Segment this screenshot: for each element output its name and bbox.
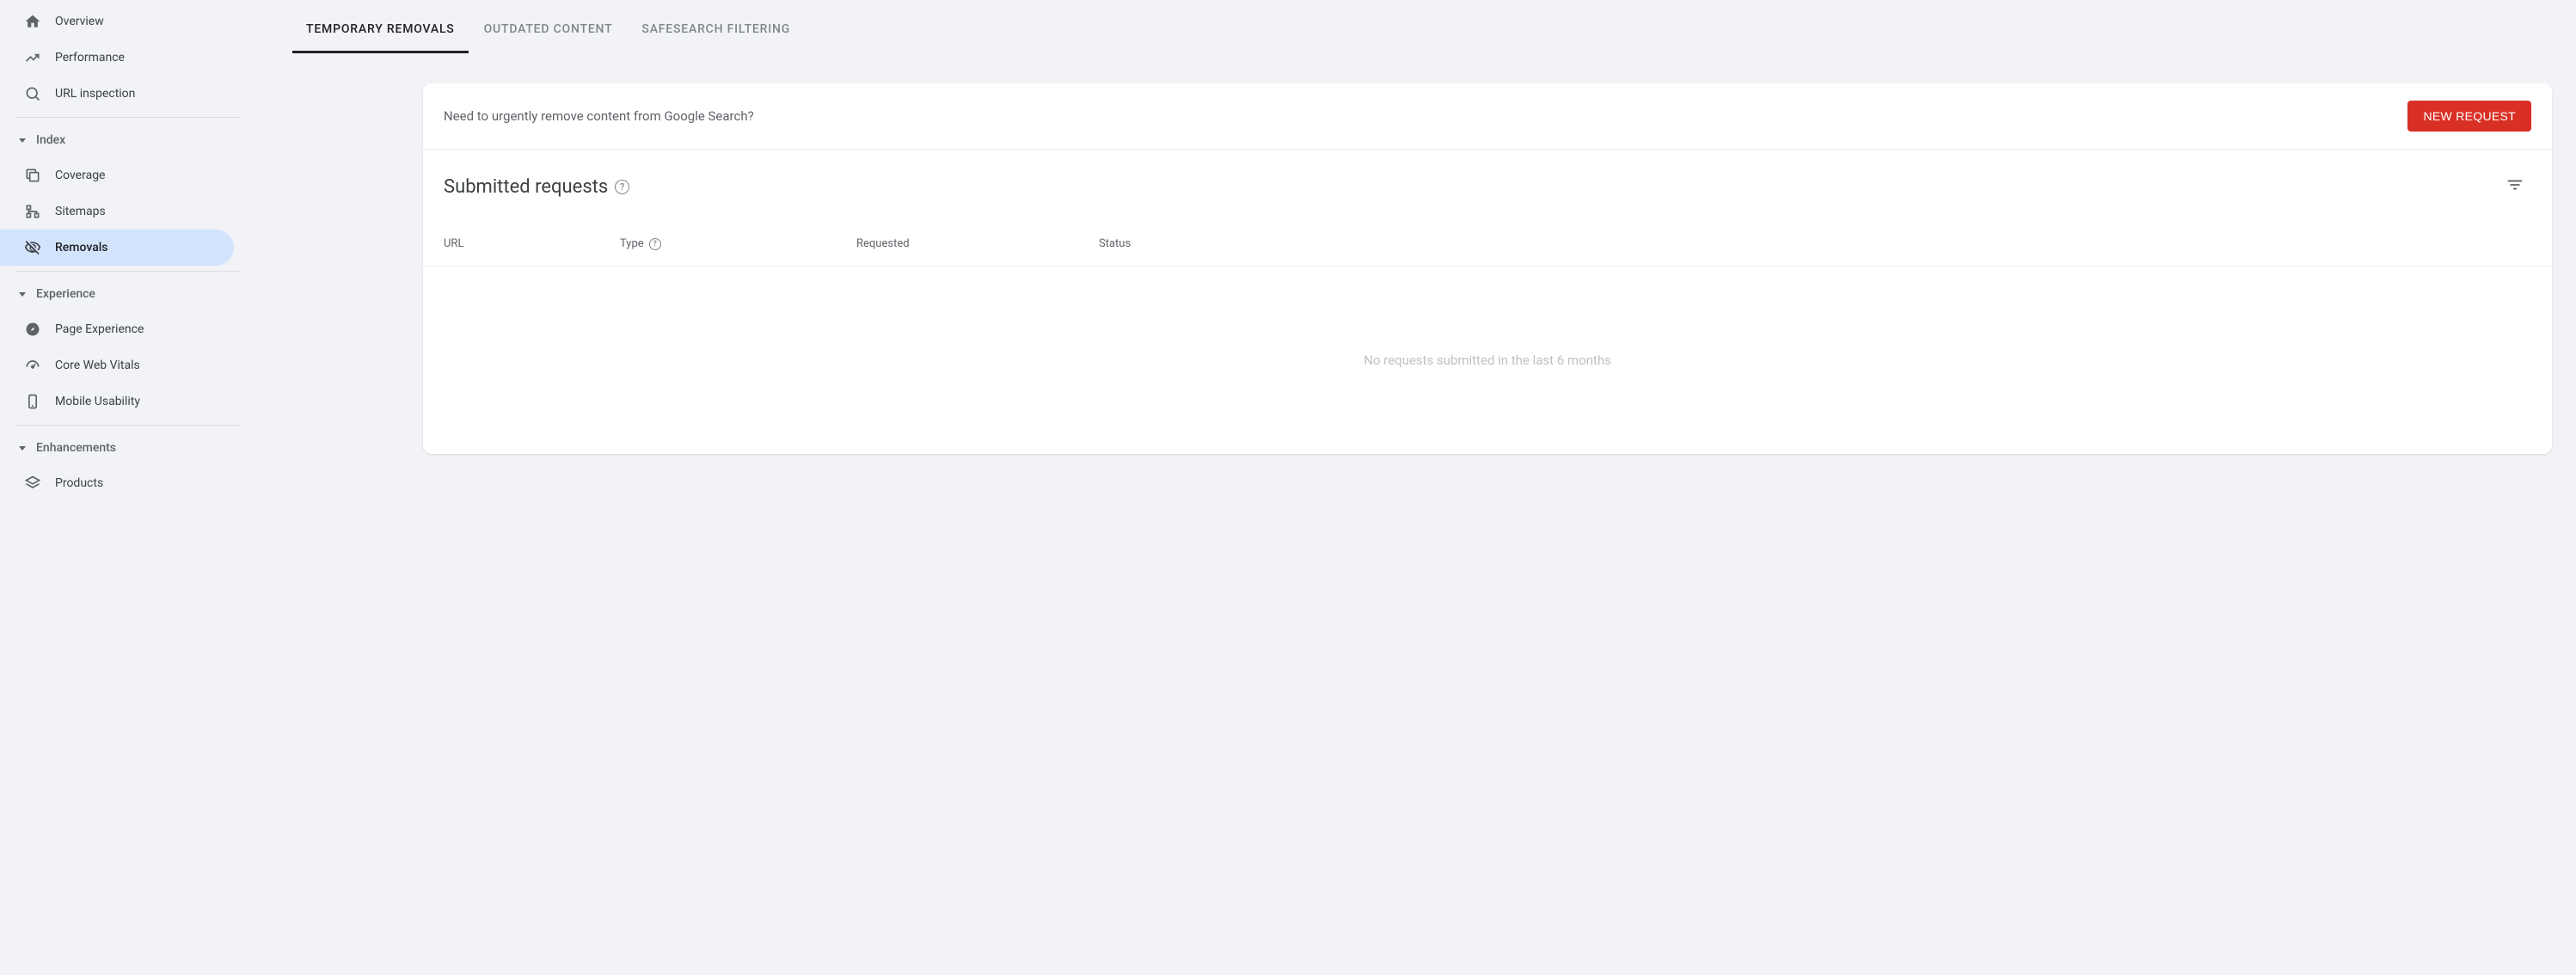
prompt-text: Need to urgently remove content from Goo… bbox=[444, 108, 754, 124]
column-header-type-label: Type bbox=[620, 237, 644, 250]
sidebar-item-mobile-usability[interactable]: Mobile Usability bbox=[0, 383, 234, 420]
chevron-down-icon bbox=[19, 138, 26, 143]
sidebar-item-performance[interactable]: Performance bbox=[0, 40, 234, 76]
phone-icon bbox=[24, 393, 41, 410]
sidebar-section-index[interactable]: Index bbox=[0, 123, 241, 157]
eye-off-icon bbox=[24, 239, 41, 256]
empty-state: No requests submitted in the last 6 mont… bbox=[423, 267, 2552, 454]
divider bbox=[15, 117, 241, 118]
home-icon bbox=[24, 13, 41, 30]
sidebar-item-page-experience[interactable]: Page Experience bbox=[0, 311, 234, 347]
sidebar-item-label: Performance bbox=[55, 51, 125, 64]
sidebar-section-label: Index bbox=[36, 133, 65, 147]
divider bbox=[15, 425, 241, 426]
chevron-down-icon bbox=[19, 292, 26, 297]
sidebar-item-label: Page Experience bbox=[55, 322, 144, 336]
layers-icon bbox=[24, 475, 41, 492]
card-header: Need to urgently remove content from Goo… bbox=[423, 83, 2552, 150]
sidebar-item-label: Removals bbox=[55, 241, 108, 254]
sidebar: Overview Performance URL inspection Inde… bbox=[0, 0, 241, 975]
sidebar-item-coverage[interactable]: Coverage bbox=[0, 157, 234, 193]
tree-icon bbox=[24, 203, 41, 220]
column-header-type: Type ? bbox=[620, 237, 856, 250]
help-icon[interactable]: ? bbox=[649, 238, 661, 250]
column-header-status: Status bbox=[1099, 237, 2531, 250]
sidebar-item-overview[interactable]: Overview bbox=[0, 3, 234, 40]
table-header-row: URL Type ? Requested Status bbox=[423, 212, 2552, 267]
sidebar-item-sitemaps[interactable]: Sitemaps bbox=[0, 193, 234, 230]
tab-outdated-content[interactable]: OUTDATED CONTENT bbox=[484, 0, 613, 53]
sidebar-item-label: Products bbox=[55, 476, 103, 490]
sidebar-section-experience[interactable]: Experience bbox=[0, 277, 241, 311]
sidebar-item-label: URL inspection bbox=[55, 87, 135, 101]
sidebar-item-products[interactable]: Products bbox=[0, 465, 234, 501]
new-request-button[interactable]: NEW REQUEST bbox=[2407, 101, 2531, 132]
sidebar-section-label: Experience bbox=[36, 287, 95, 301]
tab-temporary-removals[interactable]: TEMPORARY REMOVALS bbox=[306, 0, 455, 53]
sidebar-item-label: Core Web Vitals bbox=[55, 359, 140, 372]
section-title-row: Submitted requests ? bbox=[423, 150, 2552, 212]
sidebar-item-url-inspection[interactable]: URL inspection bbox=[0, 76, 234, 112]
sidebar-item-label: Sitemaps bbox=[55, 205, 106, 218]
divider bbox=[15, 271, 241, 272]
tabs: TEMPORARY REMOVALS OUTDATED CONTENT SAFE… bbox=[306, 0, 2552, 54]
gauge-icon bbox=[24, 357, 41, 374]
column-header-requested: Requested bbox=[856, 237, 1099, 250]
copy-icon bbox=[24, 167, 41, 184]
tab-safesearch-filtering[interactable]: SAFESEARCH FILTERING bbox=[641, 0, 790, 53]
help-icon[interactable]: ? bbox=[615, 180, 629, 194]
section-title-text: Submitted requests bbox=[444, 176, 608, 198]
tab-label: SAFESEARCH FILTERING bbox=[641, 22, 790, 36]
sidebar-section-enhancements[interactable]: Enhancements bbox=[0, 431, 241, 465]
removals-card: Need to urgently remove content from Goo… bbox=[423, 83, 2552, 454]
sidebar-item-label: Overview bbox=[55, 15, 104, 28]
search-icon bbox=[24, 85, 41, 102]
compass-icon bbox=[24, 321, 41, 338]
section-title: Submitted requests ? bbox=[444, 176, 629, 198]
main-content: TEMPORARY REMOVALS OUTDATED CONTENT SAFE… bbox=[241, 0, 2576, 975]
sidebar-item-core-web-vitals[interactable]: Core Web Vitals bbox=[0, 347, 234, 383]
tab-label: TEMPORARY REMOVALS bbox=[306, 22, 455, 36]
column-header-url: URL bbox=[444, 237, 620, 250]
chevron-down-icon bbox=[19, 446, 26, 451]
sidebar-section-label: Enhancements bbox=[36, 441, 116, 455]
filter-icon[interactable] bbox=[2499, 169, 2531, 205]
sidebar-item-label: Coverage bbox=[55, 169, 105, 182]
tab-label: OUTDATED CONTENT bbox=[484, 22, 613, 36]
sidebar-item-label: Mobile Usability bbox=[55, 395, 140, 408]
sidebar-item-removals[interactable]: Removals bbox=[0, 230, 234, 266]
trend-icon bbox=[24, 49, 41, 66]
